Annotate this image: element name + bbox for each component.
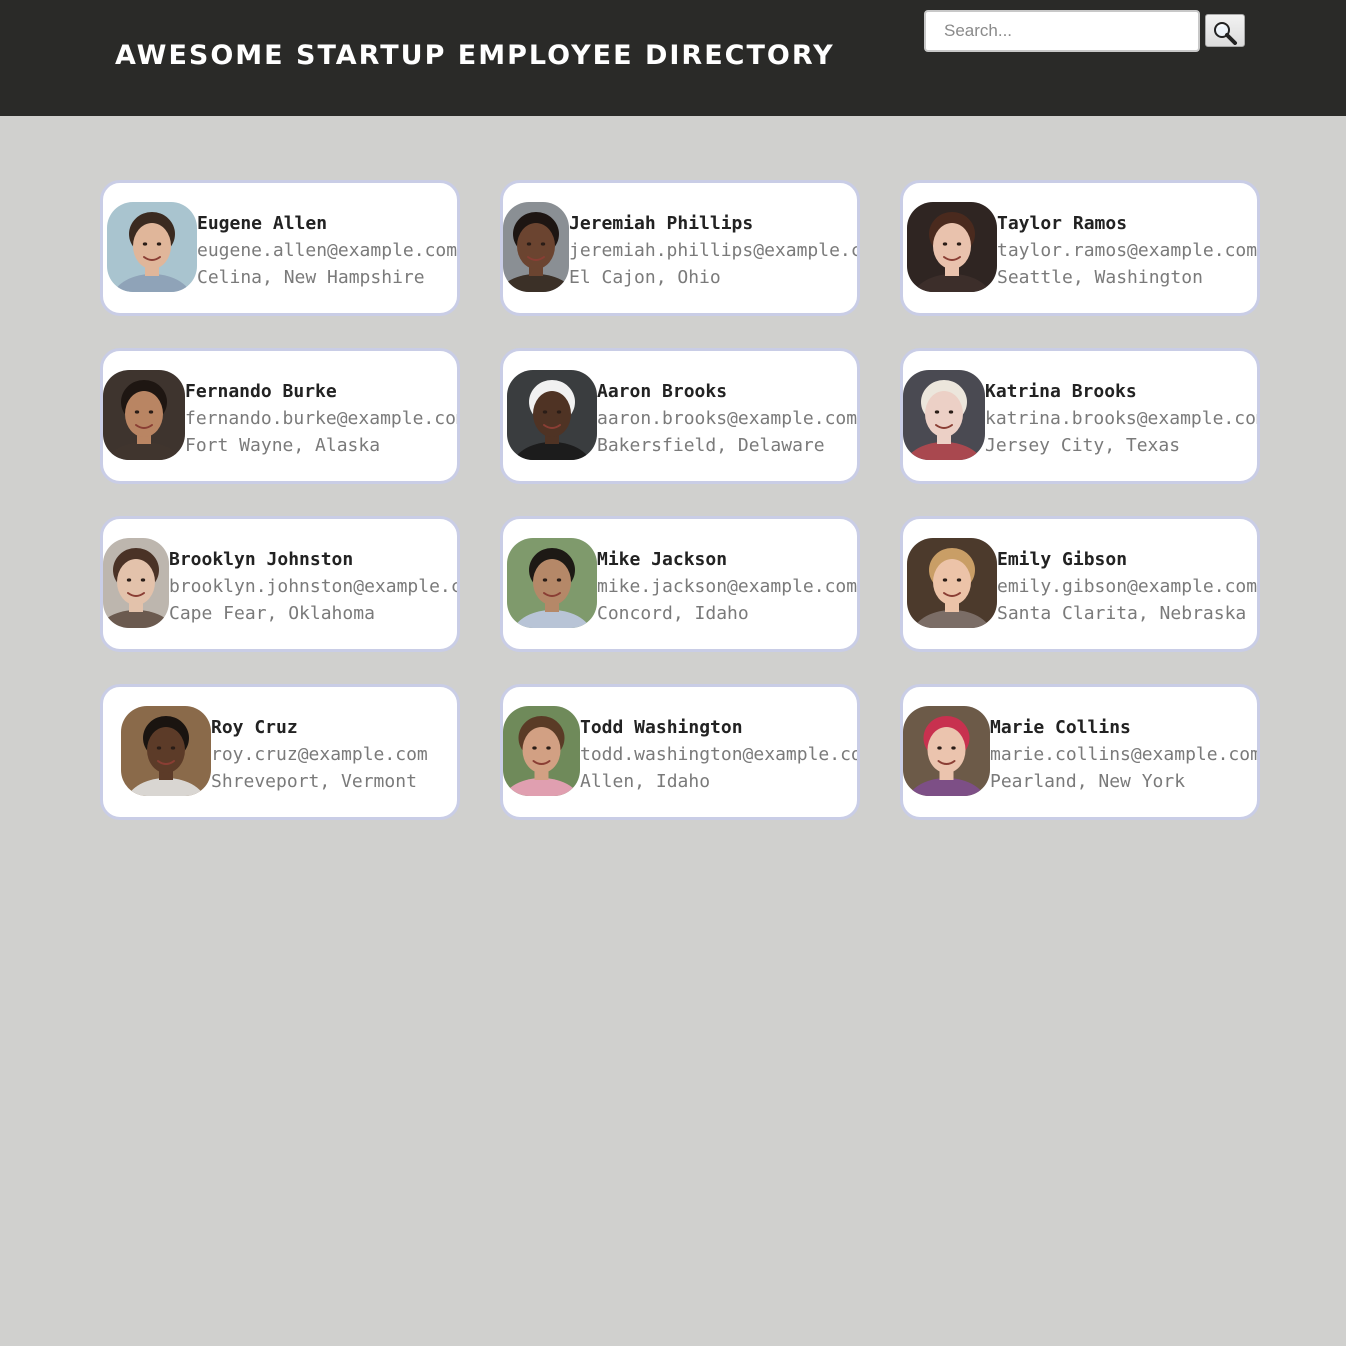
card-content: Roy Cruz roy.cruz@example.com Shreveport, …	[121, 706, 428, 798]
employee-name: Aaron Brooks	[597, 381, 728, 402]
employee-avatar	[107, 202, 197, 292]
employee-avatar	[907, 202, 997, 292]
card-content: Eugene Allen eugene.allen@example.com Celi…	[107, 202, 457, 294]
card-content: Brooklyn Johnston brooklyn.johnston@examp…	[103, 538, 460, 630]
employee-email: taylor.ramos@example.com	[997, 240, 1258, 261]
employee-name: Katrina Brooks	[985, 381, 1137, 402]
employee-location: Pearland, New York	[990, 771, 1186, 792]
employee-avatar	[103, 538, 169, 628]
employee-name: Todd Washington	[580, 717, 743, 738]
employee-avatar	[103, 370, 185, 460]
employee-location: El Cajon, Ohio	[569, 267, 721, 288]
card-content: Todd Washington todd.washington@example.c…	[503, 706, 860, 798]
employee-info: Fernando Burke fernando.burke@example.com…	[185, 370, 460, 459]
search-input[interactable]	[924, 10, 1200, 52]
employee-info: Aaron Brooks aaron.brooks@example.com Bake…	[597, 370, 857, 459]
employee-name: Fernando Burke	[185, 381, 337, 402]
employee-info: Emily Gibson emily.gibson@example.com Sant…	[997, 538, 1257, 627]
card-content: Mike Jackson mike.jackson@example.com Conc…	[507, 538, 857, 630]
employee-card[interactable]: Jeremiah Phillips jeremiah.phillips@examp…	[500, 180, 860, 316]
employee-email: marie.collins@example.com	[990, 744, 1260, 765]
employee-email: aaron.brooks@example.com	[597, 408, 858, 429]
employee-info: Marie Collins marie.collins@example.com Pe…	[990, 706, 1260, 795]
employee-avatar	[507, 538, 597, 628]
employee-avatar	[121, 706, 211, 796]
employee-location: Bakersfield, Delaware	[597, 435, 825, 456]
employee-name: Brooklyn Johnston	[169, 549, 354, 570]
employee-avatar	[503, 202, 569, 292]
employee-name: Emily Gibson	[997, 549, 1128, 570]
employee-info: Todd Washington todd.washington@example.c…	[580, 706, 860, 795]
employee-location: Concord, Idaho	[597, 603, 749, 624]
employee-avatar	[903, 706, 990, 796]
employee-card[interactable]: Mike Jackson mike.jackson@example.com Conc…	[500, 516, 860, 652]
page-header: Awesome Startup Employee Directory	[0, 0, 1346, 116]
card-content: Katrina Brooks katrina.brooks@example.com…	[903, 370, 1260, 462]
page-title: Awesome Startup Employee Directory	[115, 40, 835, 71]
employee-location: Fort Wayne, Alaska	[185, 435, 381, 456]
employee-email: eugene.allen@example.com	[197, 240, 458, 261]
employee-info: Taylor Ramos taylor.ramos@example.com Seat…	[997, 202, 1257, 291]
employee-name: Roy Cruz	[211, 717, 298, 738]
employee-name: Jeremiah Phillips	[569, 213, 754, 234]
employee-email: jeremiah.phillips@example.com	[569, 240, 860, 261]
employee-email: brooklyn.johnston@example.com	[169, 576, 460, 597]
employee-card[interactable]: Brooklyn Johnston brooklyn.johnston@examp…	[100, 516, 460, 652]
employee-location: Santa Clarita, Nebraska	[997, 603, 1247, 624]
employee-location: Cape Fear, Oklahoma	[169, 603, 375, 624]
employee-avatar	[903, 370, 985, 460]
employee-location: Seattle, Washington	[997, 267, 1203, 288]
employee-name: Taylor Ramos	[997, 213, 1128, 234]
employee-email: katrina.brooks@example.com	[985, 408, 1260, 429]
employee-location: Celina, New Hampshire	[197, 267, 425, 288]
employee-card[interactable]: Roy Cruz roy.cruz@example.com Shreveport, …	[100, 684, 460, 820]
employee-info: Brooklyn Johnston brooklyn.johnston@examp…	[169, 538, 460, 627]
magnifier-icon	[1214, 21, 1237, 45]
employee-card[interactable]: Emily Gibson emily.gibson@example.com Sant…	[900, 516, 1260, 652]
employee-email: fernando.burke@example.com	[185, 408, 460, 429]
employee-card[interactable]: Aaron Brooks aaron.brooks@example.com Bake…	[500, 348, 860, 484]
employee-card[interactable]: Eugene Allen eugene.allen@example.com Celi…	[100, 180, 460, 316]
employee-info: Jeremiah Phillips jeremiah.phillips@examp…	[569, 202, 860, 291]
employee-location: Shreveport, Vermont	[211, 771, 417, 792]
employee-card[interactable]: Taylor Ramos taylor.ramos@example.com Seat…	[900, 180, 1260, 316]
card-content: Marie Collins marie.collins@example.com Pe…	[903, 706, 1260, 798]
employee-info: Mike Jackson mike.jackson@example.com Conc…	[597, 538, 857, 627]
employee-info: Roy Cruz roy.cruz@example.com Shreveport, …	[211, 706, 428, 795]
employee-email: roy.cruz@example.com	[211, 744, 428, 765]
employee-gallery: Eugene Allen eugene.allen@example.com Celi…	[100, 180, 1260, 820]
search-button[interactable]	[1205, 14, 1245, 47]
employee-name: Eugene Allen	[197, 213, 328, 234]
employee-card[interactable]: Fernando Burke fernando.burke@example.com…	[100, 348, 460, 484]
employee-name: Mike Jackson	[597, 549, 728, 570]
employee-avatar	[503, 706, 580, 796]
employee-email: todd.washington@example.com	[580, 744, 860, 765]
employee-avatar	[907, 538, 997, 628]
card-content: Jeremiah Phillips jeremiah.phillips@examp…	[503, 202, 860, 294]
card-content: Aaron Brooks aaron.brooks@example.com Bake…	[507, 370, 857, 462]
employee-info: Eugene Allen eugene.allen@example.com Celi…	[197, 202, 457, 291]
card-content: Fernando Burke fernando.burke@example.com…	[103, 370, 460, 462]
card-content: Taylor Ramos taylor.ramos@example.com Seat…	[907, 202, 1257, 294]
employee-location: Allen, Idaho	[580, 771, 711, 792]
employee-avatar	[507, 370, 597, 460]
employee-email: emily.gibson@example.com	[997, 576, 1258, 597]
card-content: Emily Gibson emily.gibson@example.com Sant…	[907, 538, 1257, 630]
employee-location: Jersey City, Texas	[985, 435, 1181, 456]
employee-name: Marie Collins	[990, 717, 1131, 738]
employee-card[interactable]: Todd Washington todd.washington@example.c…	[500, 684, 860, 820]
employee-card[interactable]: Katrina Brooks katrina.brooks@example.com…	[900, 348, 1260, 484]
employee-card[interactable]: Marie Collins marie.collins@example.com Pe…	[900, 684, 1260, 820]
employee-info: Katrina Brooks katrina.brooks@example.com…	[985, 370, 1260, 459]
employee-email: mike.jackson@example.com	[597, 576, 858, 597]
